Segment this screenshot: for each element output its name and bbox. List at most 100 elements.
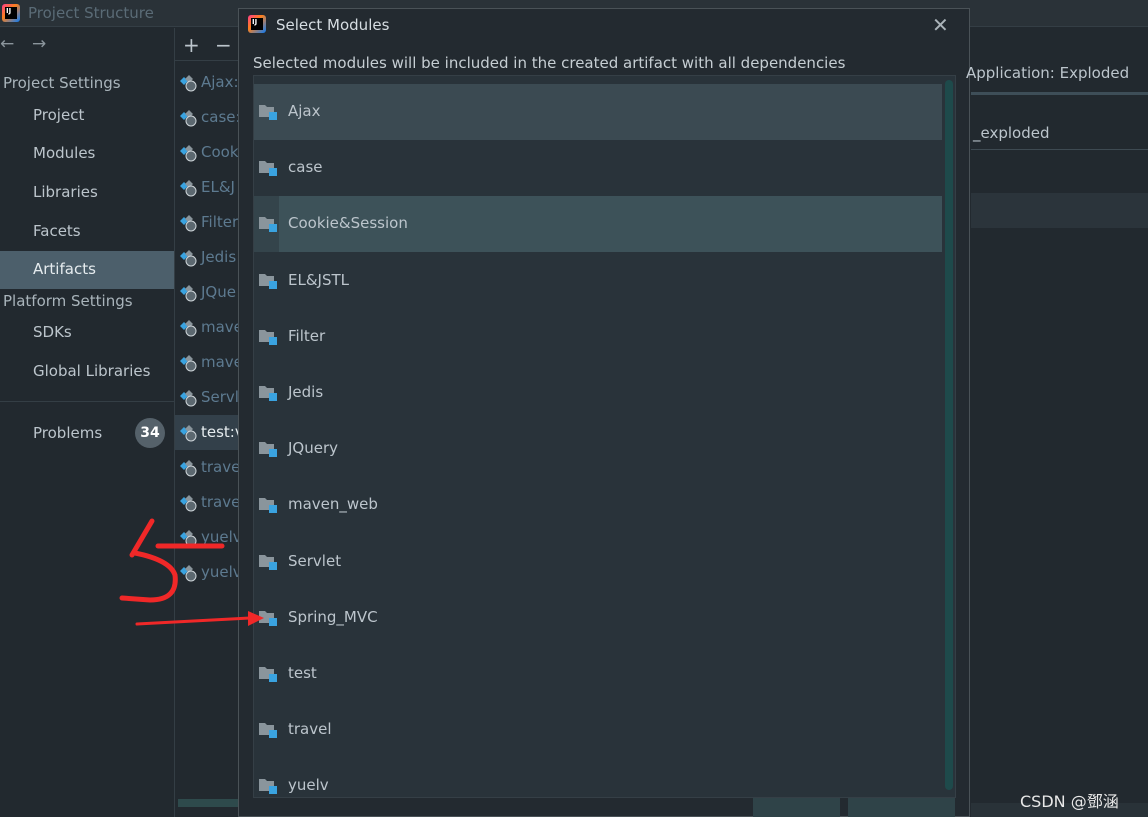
module-item[interactable]: yuelv xyxy=(254,758,942,797)
module-folder-icon xyxy=(259,161,277,177)
sidebar-item-modules[interactable]: Modules xyxy=(0,135,174,173)
sidebar-item-global-libraries[interactable]: Global Libraries xyxy=(0,353,174,391)
artifact-item[interactable]: JQue xyxy=(175,275,238,310)
artifact-label: Cook xyxy=(201,143,238,161)
artifact-item[interactable]: trave xyxy=(175,485,238,520)
forward-arrow-icon[interactable]: → xyxy=(32,34,46,54)
artifact-details-pane: Application: Exploded _exploded xyxy=(966,28,1148,817)
module-label: Jedis xyxy=(288,383,324,401)
vertical-scrollbar[interactable] xyxy=(945,80,953,790)
dialog-description: Selected modules will be included in the… xyxy=(253,54,846,72)
sidebar-item-sdks[interactable]: SDKs xyxy=(0,314,174,352)
web-artifact-icon xyxy=(180,145,197,162)
module-folder-icon xyxy=(259,329,277,345)
artifact-item[interactable]: mave xyxy=(175,310,238,345)
back-arrow-icon[interactable]: ← xyxy=(0,34,14,54)
module-item[interactable]: Cookie&Session xyxy=(254,196,942,253)
web-artifact-icon xyxy=(180,355,197,372)
module-folder-icon xyxy=(259,105,277,120)
sidebar-item-libraries[interactable]: Libraries xyxy=(0,174,174,212)
web-artifact-icon xyxy=(180,285,197,302)
module-label: Filter xyxy=(288,326,326,345)
web-artifact-icon xyxy=(180,390,197,407)
module-item[interactable]: JQuery xyxy=(254,421,942,477)
artifact-item[interactable]: Ajax: xyxy=(175,65,238,100)
module-label: Spring_MVC xyxy=(288,607,378,626)
artifacts-list: + − Ajax: case: Cook EL&J Filter Jedis JQue mav… xyxy=(175,28,238,817)
module-item[interactable]: travel xyxy=(254,702,942,758)
web-artifact-icon xyxy=(180,425,197,442)
artifact-item[interactable]: yuelv xyxy=(175,520,238,555)
artifact-label: JQue xyxy=(201,283,236,301)
artifact-item[interactable]: test:v xyxy=(175,415,238,450)
artifact-label: trave xyxy=(201,493,238,511)
horizontal-scrollbar[interactable] xyxy=(178,799,238,807)
divider xyxy=(0,401,174,402)
web-artifact-icon xyxy=(180,110,197,127)
artifact-item[interactable]: case: xyxy=(175,100,238,135)
artifact-item[interactable]: Jedis xyxy=(175,240,238,275)
sidebar-item-facets[interactable]: Facets xyxy=(0,213,174,251)
add-artifact-button[interactable]: + xyxy=(183,33,200,57)
module-folder-icon xyxy=(259,779,277,795)
module-item[interactable]: Servlet xyxy=(254,534,942,590)
sidebar-item-artifacts[interactable]: Artifacts xyxy=(0,251,174,289)
divider xyxy=(175,60,238,61)
sidebar-item-project[interactable]: Project xyxy=(0,97,174,135)
module-item[interactable]: Filter xyxy=(254,309,942,365)
artifact-item[interactable]: yuelv xyxy=(175,555,238,590)
modules-list: Ajax case Cookie&Session EL&JSTL Filter Jedis… xyxy=(253,75,956,798)
dialog-title: Select Modules xyxy=(276,16,390,34)
close-button[interactable]: ✕ xyxy=(932,13,949,37)
web-artifact-icon xyxy=(180,530,197,547)
artifact-item[interactable]: mave xyxy=(175,345,238,380)
divider xyxy=(971,92,1148,95)
artifact-label: Servl xyxy=(201,388,238,406)
watermark: CSDN @鄧涵 xyxy=(1020,792,1119,811)
module-item[interactable]: maven_web xyxy=(254,477,942,533)
module-label: travel xyxy=(288,720,332,739)
module-item[interactable]: Ajax xyxy=(254,84,942,140)
artifact-label: EL&J xyxy=(201,178,235,196)
web-artifact-icon xyxy=(180,320,197,337)
module-folder-icon xyxy=(259,554,277,570)
artifact-label: Ajax: xyxy=(201,73,238,91)
web-artifact-icon xyxy=(180,75,197,92)
web-artifact-icon xyxy=(180,565,197,582)
section-platform-settings: Platform Settings xyxy=(3,292,133,310)
web-artifact-icon xyxy=(180,180,197,197)
artifact-item[interactable]: Servl xyxy=(175,380,238,415)
window-title: Project Structure xyxy=(28,4,154,22)
web-artifact-icon xyxy=(180,215,197,232)
module-folder-icon xyxy=(259,723,277,739)
module-label: test xyxy=(288,664,317,682)
module-label: maven_web xyxy=(288,495,378,514)
section-project-settings: Project Settings xyxy=(3,74,121,92)
module-item[interactable]: Spring_MVC xyxy=(254,590,942,646)
artifact-label: yuelv xyxy=(201,528,238,546)
artifact-label: mave xyxy=(201,353,238,371)
module-folder-icon xyxy=(259,610,277,626)
artifact-label: Jedis xyxy=(201,248,237,266)
module-item[interactable]: EL&JSTL xyxy=(254,253,942,309)
module-item[interactable]: Jedis xyxy=(254,365,942,421)
artifact-name: _exploded xyxy=(973,124,1050,142)
problems-count-badge: 34 xyxy=(135,418,165,448)
ok-button[interactable] xyxy=(753,798,840,817)
cancel-button[interactable] xyxy=(848,798,955,817)
artifact-item[interactable]: EL&J xyxy=(175,170,238,205)
module-label: Ajax xyxy=(288,102,321,120)
module-label: Cookie&Session xyxy=(288,214,408,233)
remove-artifact-button[interactable]: − xyxy=(215,33,232,57)
module-label: Servlet xyxy=(288,551,342,570)
artifact-item[interactable]: trave xyxy=(175,450,238,485)
module-item[interactable]: test xyxy=(254,646,942,702)
module-label: yuelv xyxy=(288,776,329,795)
module-item[interactable]: case xyxy=(254,140,942,196)
artifact-label: case: xyxy=(201,108,238,126)
artifact-item[interactable]: Cook xyxy=(175,135,238,170)
artifact-item[interactable]: Filter xyxy=(175,205,238,240)
web-artifact-icon xyxy=(180,250,197,267)
module-label: JQuery xyxy=(288,439,339,458)
artifact-type: Application: Exploded xyxy=(966,64,1130,82)
